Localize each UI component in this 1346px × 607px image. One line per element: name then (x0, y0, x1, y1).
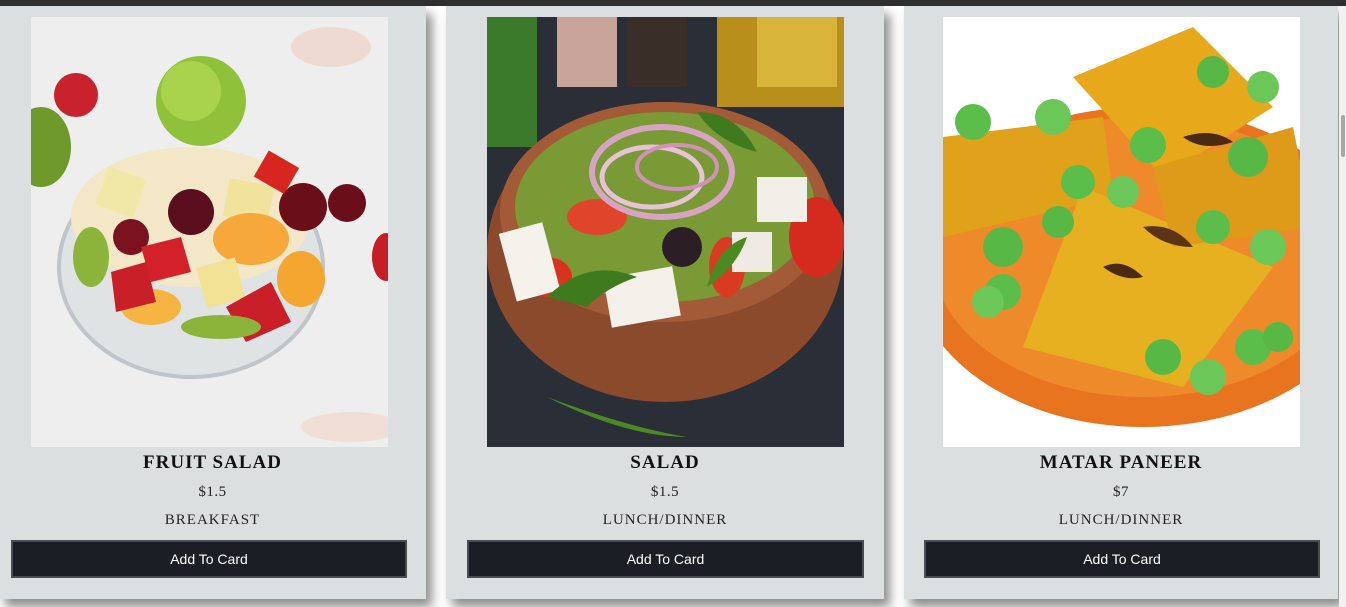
product-price: $1.5 (650, 484, 680, 500)
scrollbar-thumb[interactable] (1341, 115, 1345, 157)
product-category: BREAKFAST (164, 512, 261, 528)
product-category: LUNCH/DINNER (602, 512, 728, 528)
add-to-cart-button[interactable]: Add To Card (924, 540, 1320, 578)
product-category: LUNCH/DINNER (1058, 512, 1184, 528)
product-title: MATAR PANEER (1039, 452, 1203, 473)
add-to-cart-button[interactable]: Add To Card (467, 540, 864, 578)
add-to-cart-button[interactable]: Add To Card (11, 540, 407, 578)
matar-paneer-image (943, 17, 1300, 447)
product-price: $1.5 (198, 484, 227, 500)
product-card: MATAR PANEER $7 LUNCH/DINNER Add To Card (904, 6, 1338, 599)
product-card: SALAD $1.5 LUNCH/DINNER Add To Card (446, 6, 884, 599)
scrollbar-track[interactable] (1339, 6, 1346, 607)
product-title: FRUIT SALAD (143, 452, 282, 473)
product-card: FRUIT SALAD $1.5 BREAKFAST Add To Card (0, 6, 426, 599)
product-price: $7 (1113, 484, 1129, 500)
salad-image (487, 17, 844, 447)
fruit-salad-image (31, 17, 388, 447)
product-title: SALAD (630, 452, 700, 473)
